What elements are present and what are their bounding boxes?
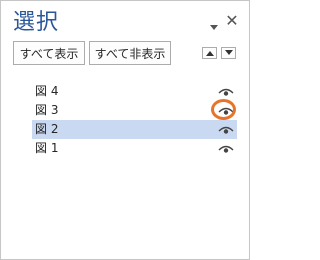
selection-pane: 選択 ✕ すべて表示 すべて非表示 図 4 図 3 図 2 図 1 bbox=[0, 0, 250, 260]
list-item-label: 図 3 bbox=[35, 103, 59, 117]
send-backward-button[interactable] bbox=[221, 47, 236, 59]
highlight-circle-annotation bbox=[211, 99, 236, 120]
eye-icon[interactable] bbox=[218, 143, 234, 155]
list-item-shape-1[interactable]: 図 1 bbox=[32, 139, 237, 158]
eye-icon[interactable] bbox=[218, 86, 234, 98]
list-item-shape-4[interactable]: 図 4 bbox=[32, 82, 237, 101]
list-item-label: 図 4 bbox=[35, 84, 59, 98]
triangle-down-icon bbox=[225, 50, 233, 55]
close-icon[interactable]: ✕ bbox=[225, 13, 239, 29]
eye-icon[interactable] bbox=[218, 124, 234, 136]
list-item-shape-2[interactable]: 図 2 bbox=[32, 120, 237, 139]
triangle-up-icon bbox=[206, 51, 214, 56]
show-all-button[interactable]: すべて表示 bbox=[13, 41, 85, 65]
pane-title: 選択 bbox=[13, 10, 60, 35]
list-item-label: 図 1 bbox=[35, 141, 59, 155]
hide-all-button[interactable]: すべて非表示 bbox=[89, 41, 171, 65]
list-item-label: 図 2 bbox=[35, 122, 59, 136]
bring-forward-button[interactable] bbox=[202, 47, 217, 59]
pane-options-dropdown-icon[interactable] bbox=[209, 17, 219, 30]
list-item-shape-3[interactable]: 図 3 bbox=[32, 101, 237, 120]
